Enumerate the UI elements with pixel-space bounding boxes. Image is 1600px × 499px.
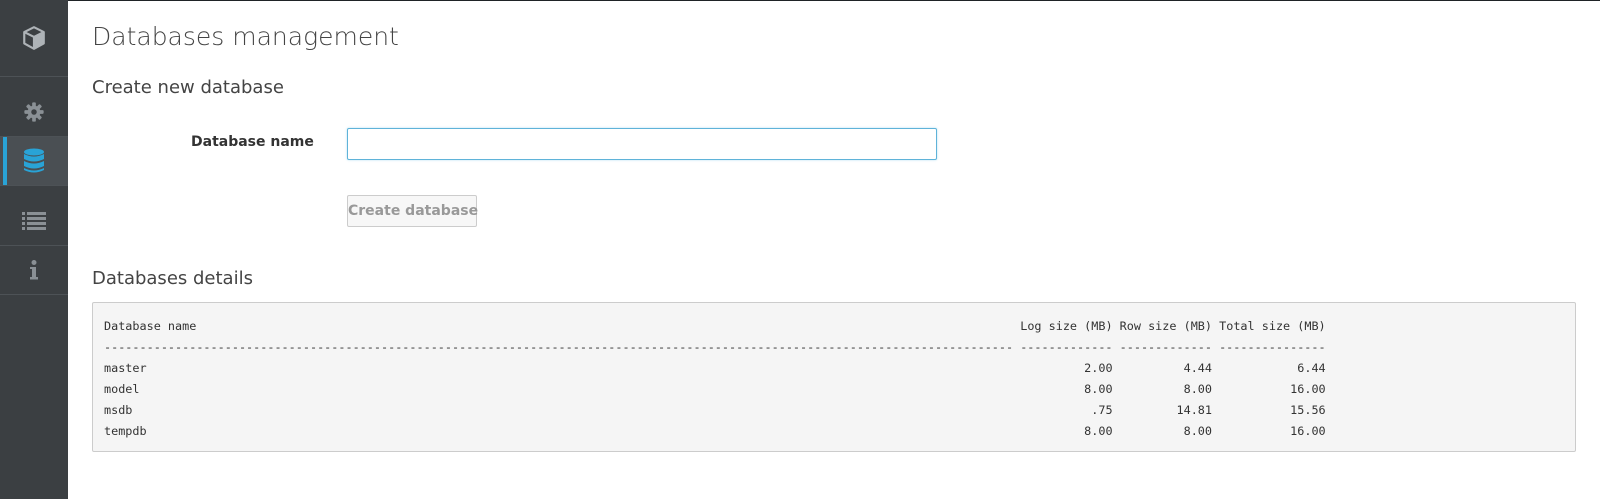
- create-database-button[interactable]: Create database: [347, 195, 478, 227]
- sidebar: [0, 0, 68, 499]
- page-title: Databases management: [92, 22, 399, 51]
- table-header-cell: Log size (MB): [1020, 319, 1113, 333]
- table-cell: master: [104, 361, 1014, 375]
- table-separator: ----------------------------------------…: [104, 340, 1326, 354]
- database-details-table: Database name Log size (MB) Row size (MB…: [104, 316, 1564, 442]
- table-header-cell: Database name: [104, 319, 1014, 333]
- details-section-heading: Databases details: [92, 268, 253, 289]
- table-cell: tempdb: [104, 424, 1014, 438]
- database-details-panel: Database name Log size (MB) Row size (MB…: [92, 302, 1576, 452]
- sidebar-logo[interactable]: [0, 0, 68, 77]
- table-cell: 8.00: [1119, 424, 1213, 438]
- table-cell: model: [104, 382, 1014, 396]
- sidebar-item-list[interactable]: [0, 197, 68, 246]
- table-cell: 14.81: [1119, 403, 1213, 417]
- table-cell: 4.44: [1119, 361, 1213, 375]
- info-icon: [30, 260, 38, 280]
- table-cell: .75: [1020, 403, 1113, 417]
- table-cell: 8.00: [1119, 382, 1213, 396]
- table-row: master 2.00 4.44 6.44: [104, 361, 1326, 375]
- window-top-border: [0, 0, 1600, 1]
- create-section-heading: Create new database: [92, 77, 284, 98]
- table-header-cell: Total size (MB): [1219, 319, 1326, 333]
- database-name-label: Database name: [191, 134, 314, 150]
- cube-icon: [23, 26, 45, 50]
- table-cell: 16.00: [1219, 424, 1326, 438]
- table-cell: 6.44: [1219, 361, 1326, 375]
- table-cell: 15.56: [1219, 403, 1326, 417]
- gear-icon: [24, 102, 44, 122]
- table-cell: 8.00: [1020, 424, 1113, 438]
- table-cell: msdb: [104, 403, 1014, 417]
- database-icon: [24, 148, 44, 173]
- database-name-input[interactable]: [347, 128, 937, 160]
- table-row: model 8.00 8.00 16.00: [104, 382, 1326, 396]
- sidebar-item-settings[interactable]: [0, 88, 68, 137]
- table-header-cell: Row size (MB): [1119, 319, 1213, 333]
- table-cell: 2.00: [1020, 361, 1113, 375]
- sidebar-item-info[interactable]: [0, 246, 68, 295]
- table-cell: 8.00: [1020, 382, 1113, 396]
- list-icon: [22, 212, 46, 230]
- table-row: msdb .75 14.81 15.56: [104, 403, 1326, 417]
- table-cell: 16.00: [1219, 382, 1326, 396]
- table-header-row: Database name Log size (MB) Row size (MB…: [104, 319, 1326, 333]
- table-row: tempdb 8.00 8.00 16.00: [104, 424, 1326, 438]
- sidebar-item-databases[interactable]: [0, 137, 68, 186]
